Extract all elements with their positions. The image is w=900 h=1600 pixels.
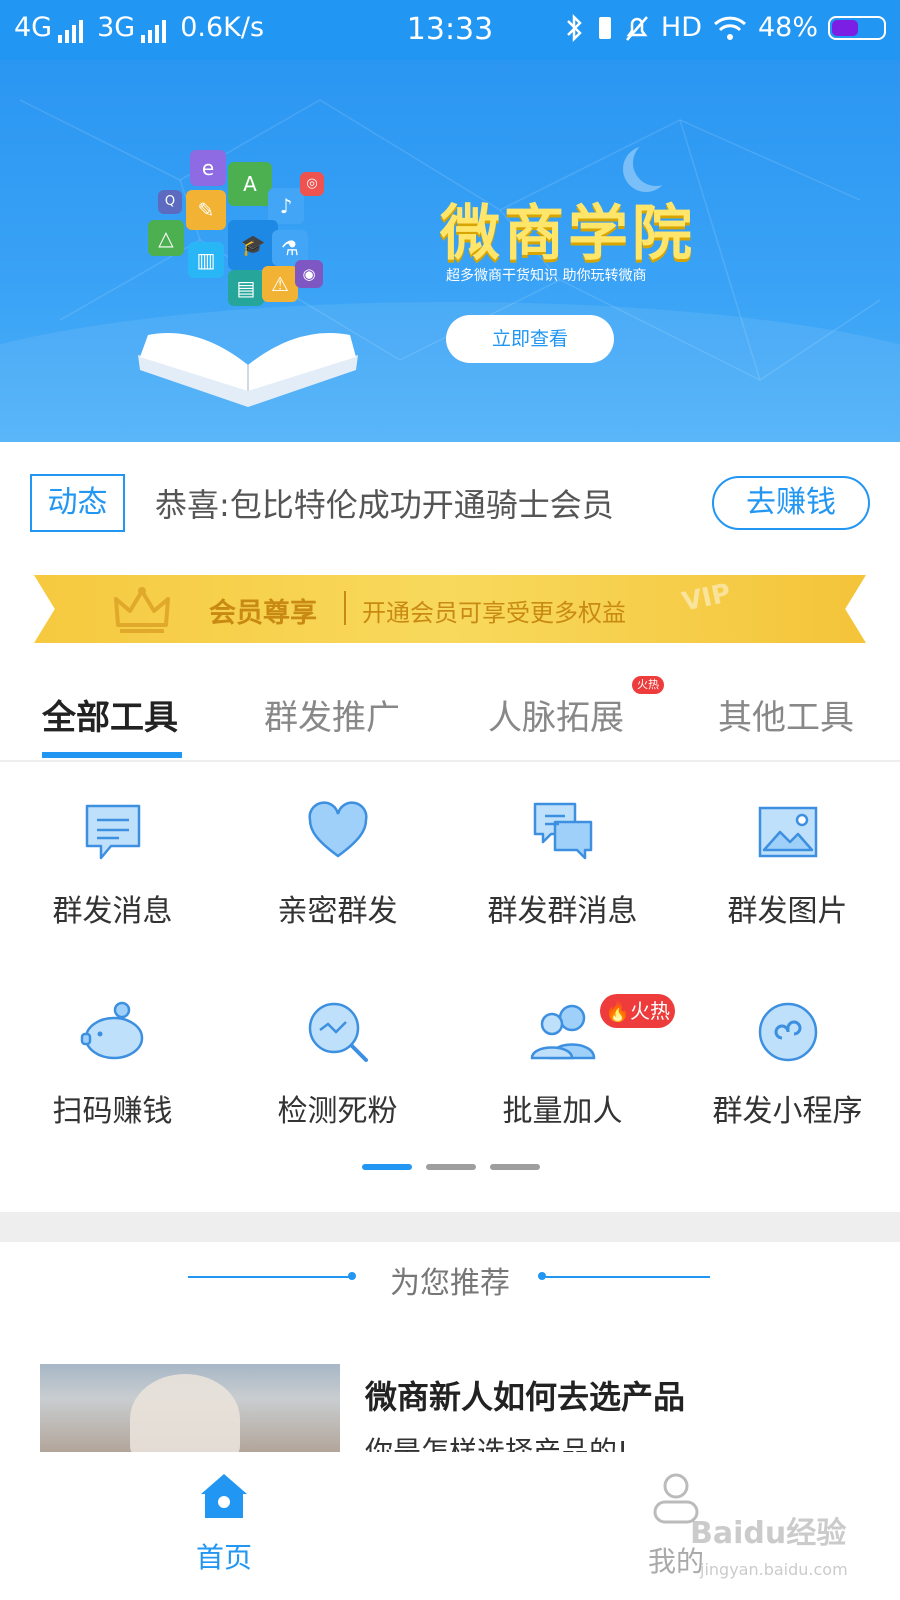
users-icon — [530, 1004, 595, 1060]
vip-description: 开通会员可享受更多权益 — [362, 599, 626, 627]
news-ticker: 动态 恭喜:包比特伦成功开通骑士会员 去赚钱 — [0, 442, 900, 562]
message-icon — [85, 804, 140, 860]
tab-group-promotion[interactable]: 群发推广 — [264, 690, 400, 739]
page-dot — [426, 1164, 476, 1170]
tab-all-tools[interactable]: 全部工具 — [42, 690, 178, 739]
vip-divider — [344, 591, 346, 625]
wifi-icon — [713, 16, 747, 40]
tool-label: 群发消息 — [52, 894, 173, 929]
tab-network-expansion[interactable]: 人脉拓展 — [488, 690, 624, 739]
battery-fill — [832, 19, 858, 36]
banner-subtitle: 超多微商干货知识 助你玩转微商 — [446, 268, 647, 284]
tool-group-message[interactable]: 群发消息 — [0, 800, 225, 970]
recommend-title: 为您推荐 — [390, 1266, 510, 1301]
battery-icon — [828, 15, 886, 40]
active-tab-indicator — [42, 752, 182, 758]
sim-icon — [598, 16, 611, 39]
mute-bell-icon — [625, 15, 648, 41]
tool-label: 扫码赚钱 — [52, 1094, 173, 1129]
crown-icon — [114, 587, 170, 633]
tool-label: 检测死粉 — [277, 1094, 398, 1129]
page-dot — [490, 1164, 540, 1170]
home-icon — [201, 1474, 247, 1518]
flame-icon: 🔥 — [605, 999, 630, 1023]
magnifier-icon — [308, 1002, 368, 1062]
page-dot-active — [362, 1164, 412, 1170]
heart-icon — [307, 801, 368, 858]
section-divider — [0, 1212, 900, 1242]
hot-badge: 🔥火热 — [600, 994, 675, 1028]
image-icon — [758, 806, 817, 858]
article-thumbnail — [40, 1364, 340, 1452]
tool-scan-earn[interactable]: 扫码赚钱 — [0, 1000, 225, 1170]
group-chat-icon — [533, 802, 592, 860]
vip-title: 会员尊享 — [209, 598, 317, 629]
news-tag: 动态 — [30, 474, 125, 532]
banner-title: 微商学院 — [440, 199, 696, 269]
recommend-header: 为您推荐 — [0, 1242, 900, 1312]
mini-program-icon — [758, 1002, 817, 1062]
vip-banner[interactable]: 会员尊享 开通会员可享受更多权益 VIP — [34, 575, 866, 643]
tool-label: 群发小程序 — [712, 1094, 863, 1129]
tool-mini-program[interactable]: 群发小程序 — [675, 1000, 900, 1170]
watermark-url: jingyan.baidu.com — [700, 1560, 848, 1579]
tool-label: 批量加人 — [502, 1094, 623, 1129]
tool-group-image[interactable]: 群发图片 — [675, 800, 900, 970]
tool-label: 群发群消息 — [487, 894, 638, 929]
tool-label: 亲密群发 — [277, 894, 398, 929]
article-card[interactable]: 微商新人如何去选产品 你是怎样选择产品的! — [0, 1312, 900, 1468]
article-title: 微商新人如何去选产品 — [365, 1378, 686, 1416]
tool-label: 群发图片 — [727, 894, 848, 929]
status-right: HD 48% — [561, 12, 886, 43]
hd-label: HD — [660, 12, 702, 43]
vip-badge-watermark: VIP — [679, 578, 734, 618]
tab-other-tools[interactable]: 其他工具 — [718, 690, 854, 739]
page-indicator — [362, 1164, 540, 1170]
hot-badge: 火热 — [632, 676, 664, 694]
tool-intimate-broadcast[interactable]: 亲密群发 — [225, 800, 450, 970]
status-bar: 4G 3G 0.6K/s 13:33 HD 48% — [0, 0, 900, 60]
promo-banner[interactable]: e A ✎ ♪ 🎓 △ ▥ ⚗ ◎ Q ▤ ⚠ ◉ 微商学院 超多微商干货知识 … — [0, 60, 900, 442]
news-text[interactable]: 恭喜:包比特伦成功开通骑士会员 — [155, 480, 614, 526]
tool-detect-dead-fans[interactable]: 检测死粉 — [225, 1000, 450, 1170]
nav-home[interactable]: 首页 — [124, 1470, 324, 1576]
watermark: Baidu经验 — [690, 1516, 847, 1551]
earn-money-button[interactable]: 去赚钱 — [712, 476, 870, 530]
bluetooth-icon — [567, 13, 582, 42]
tool-group-chat-message[interactable]: 群发群消息 — [450, 800, 675, 970]
piggy-bank-icon — [80, 1001, 143, 1060]
view-now-button[interactable]: 立即查看 — [446, 315, 614, 363]
nav-label: 首页 — [195, 1541, 252, 1574]
battery-percent: 48% — [757, 12, 818, 43]
tool-tabs: 全部工具 群发推广 人脉拓展 火热 其他工具 — [0, 670, 900, 762]
moon-icon — [633, 140, 679, 186]
